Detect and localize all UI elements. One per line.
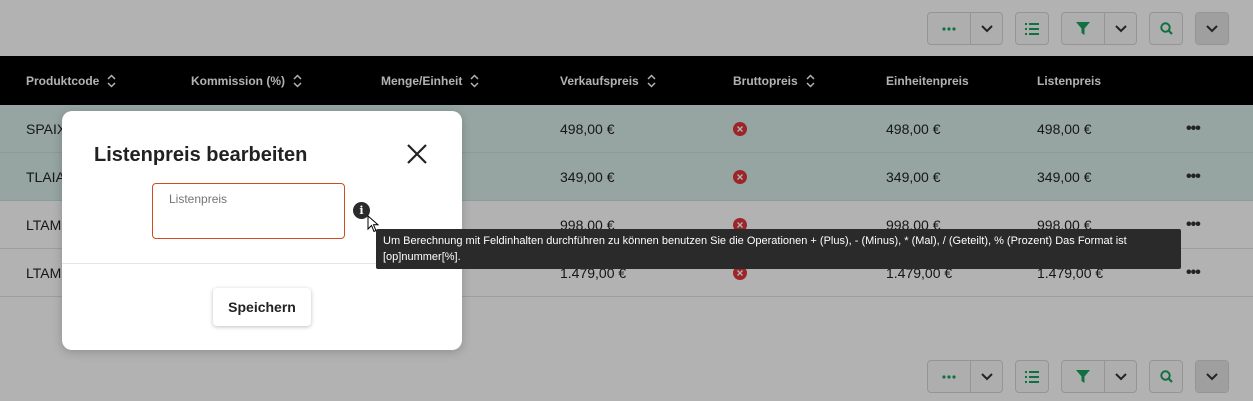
listenpreis-field[interactable]: Listenpreis: [152, 183, 345, 239]
dialog-title: Listenpreis bearbeiten: [94, 144, 308, 166]
info-tooltip: Um Berechnung mit Feldinhalten durchführ…: [376, 229, 1181, 269]
close-icon: [407, 144, 427, 164]
close-button[interactable]: [404, 141, 430, 167]
save-button[interactable]: Speichern: [213, 288, 311, 326]
listenpreis-input[interactable]: [169, 210, 329, 232]
field-label: Listenpreis: [169, 192, 228, 206]
